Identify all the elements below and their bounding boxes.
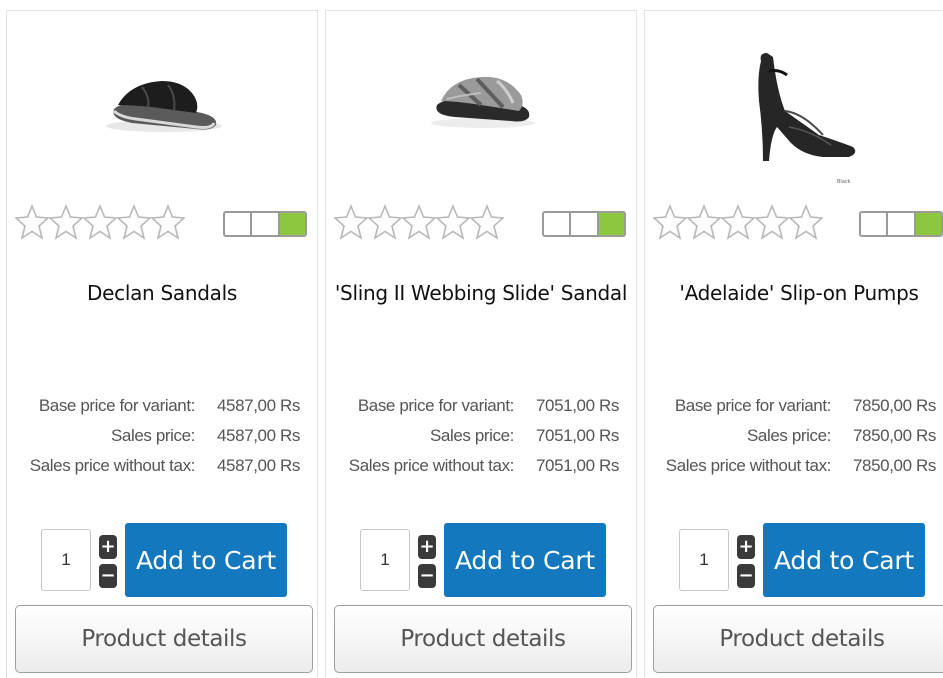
star-empty-icon[interactable]: [687, 203, 721, 243]
quantity-input[interactable]: [360, 529, 410, 591]
product-details-button[interactable]: Product details: [334, 605, 632, 673]
quantity-decrease-button[interactable]: −: [737, 564, 755, 588]
product-details-button[interactable]: Product details: [653, 605, 943, 673]
stock-segment-green: [598, 213, 624, 235]
product-image[interactable]: [326, 31, 636, 191]
star-empty-icon[interactable]: [653, 203, 687, 243]
sales-price-no-tax-label: Sales price without tax:: [665, 456, 832, 475]
product-image[interactable]: [7, 31, 317, 191]
star-empty-icon[interactable]: [755, 203, 789, 243]
product-grid: Declan Sandals Base price for variant: 4…: [0, 0, 943, 678]
sales-price-row: Sales price: 4587,00 Rs: [15, 421, 307, 451]
star-empty-icon[interactable]: [151, 203, 185, 243]
star-empty-icon[interactable]: [402, 203, 436, 243]
stock-segment-empty: [252, 213, 280, 235]
star-rating[interactable]: [334, 203, 504, 247]
star-empty-icon[interactable]: [83, 203, 117, 243]
sales-price-value: 7850,00 Rs: [853, 426, 936, 445]
base-price-row: Base price for variant: 7051,00 Rs: [334, 391, 626, 421]
quantity-increase-button[interactable]: +: [737, 535, 755, 559]
sales-price-label: Sales price:: [110, 426, 195, 445]
grey-webbing-sandal-image: [431, 76, 535, 128]
product-name[interactable]: 'Sling II Webbing Slide' Sandal: [326, 281, 636, 305]
stock-segment-empty: [225, 213, 253, 235]
base-price-value: 4587,00 Rs: [217, 396, 300, 415]
black-slide-sandal-image: [106, 81, 222, 132]
product-image[interactable]: Black: [645, 31, 943, 191]
quantity-input[interactable]: [679, 529, 729, 591]
add-to-cart-button[interactable]: Add to Cart: [763, 523, 925, 597]
sales-price-no-tax-row: Sales price without tax: 4587,00 Rs: [15, 451, 307, 481]
stock-segment-green: [279, 213, 305, 235]
quantity-input[interactable]: [41, 529, 91, 591]
base-price-row: Base price for variant: 7850,00 Rs: [653, 391, 943, 421]
stock-segment-empty: [888, 213, 916, 235]
stock-level-indicator: [223, 211, 307, 237]
stock-segment-empty: [571, 213, 599, 235]
stock-level-indicator: [859, 211, 943, 237]
base-price-label: Base price for variant:: [38, 396, 196, 415]
star-empty-icon[interactable]: [15, 203, 49, 243]
sales-price-row: Sales price: 7051,00 Rs: [334, 421, 626, 451]
stock-segment-green: [915, 213, 941, 235]
sales-price-label: Sales price:: [746, 426, 831, 445]
sales-price-no-tax-value: 7051,00 Rs: [536, 456, 619, 475]
sales-price-no-tax-value: 7850,00 Rs: [853, 456, 936, 475]
sales-price-no-tax-value: 4587,00 Rs: [217, 456, 300, 475]
sales-price-value: 4587,00 Rs: [217, 426, 300, 445]
price-block: Base price for variant: 4587,00 Rs Sales…: [15, 391, 307, 481]
quantity-decrease-button[interactable]: −: [418, 564, 436, 588]
star-empty-icon[interactable]: [789, 203, 823, 243]
base-price-value: 7051,00 Rs: [536, 396, 619, 415]
sales-price-no-tax-row: Sales price without tax: 7051,00 Rs: [334, 451, 626, 481]
price-block: Base price for variant: 7051,00 Rs Sales…: [334, 391, 626, 481]
stock-segment-empty: [544, 213, 572, 235]
stock-segment-empty: [861, 213, 889, 235]
product-name[interactable]: 'Adelaide' Slip-on Pumps: [645, 281, 943, 305]
price-block: Base price for variant: 7850,00 Rs Sales…: [653, 391, 943, 481]
product-card: 'Sling II Webbing Slide' Sandal Base pri…: [325, 10, 637, 678]
sales-price-no-tax-label: Sales price without tax:: [29, 456, 196, 475]
sales-price-value: 7051,00 Rs: [536, 426, 619, 445]
star-empty-icon[interactable]: [721, 203, 755, 243]
star-empty-icon[interactable]: [49, 203, 83, 243]
stock-level-indicator: [542, 211, 626, 237]
sales-price-label: Sales price:: [429, 426, 514, 445]
star-empty-icon[interactable]: [470, 203, 504, 243]
add-to-cart-button[interactable]: Add to Cart: [125, 523, 287, 597]
product-details-button[interactable]: Product details: [15, 605, 313, 673]
star-rating[interactable]: [653, 203, 823, 247]
product-name[interactable]: Declan Sandals: [7, 281, 317, 305]
black-pump-shoe-image: Black: [758, 53, 856, 185]
star-empty-icon[interactable]: [117, 203, 151, 243]
sales-price-row: Sales price: 7850,00 Rs: [653, 421, 943, 451]
base-price-row: Base price for variant: 4587,00 Rs: [15, 391, 307, 421]
sales-price-no-tax-label: Sales price without tax:: [348, 456, 515, 475]
base-price-value: 7850,00 Rs: [853, 396, 936, 415]
product-card: Declan Sandals Base price for variant: 4…: [6, 10, 318, 678]
star-rating[interactable]: [15, 203, 185, 247]
quantity-increase-button[interactable]: +: [418, 535, 436, 559]
add-to-cart-button[interactable]: Add to Cart: [444, 523, 606, 597]
quantity-decrease-button[interactable]: −: [99, 564, 117, 588]
star-empty-icon[interactable]: [368, 203, 402, 243]
base-price-label: Base price for variant:: [674, 396, 832, 415]
quantity-increase-button[interactable]: +: [99, 535, 117, 559]
sales-price-no-tax-row: Sales price without tax: 7850,00 Rs: [653, 451, 943, 481]
product-card: Black 'Adelaide' Slip-on Pumps Base pric…: [644, 10, 943, 678]
star-empty-icon[interactable]: [334, 203, 368, 243]
image-caption: Black: [837, 179, 851, 185]
star-empty-icon[interactable]: [436, 203, 470, 243]
base-price-label: Base price for variant:: [357, 396, 515, 415]
